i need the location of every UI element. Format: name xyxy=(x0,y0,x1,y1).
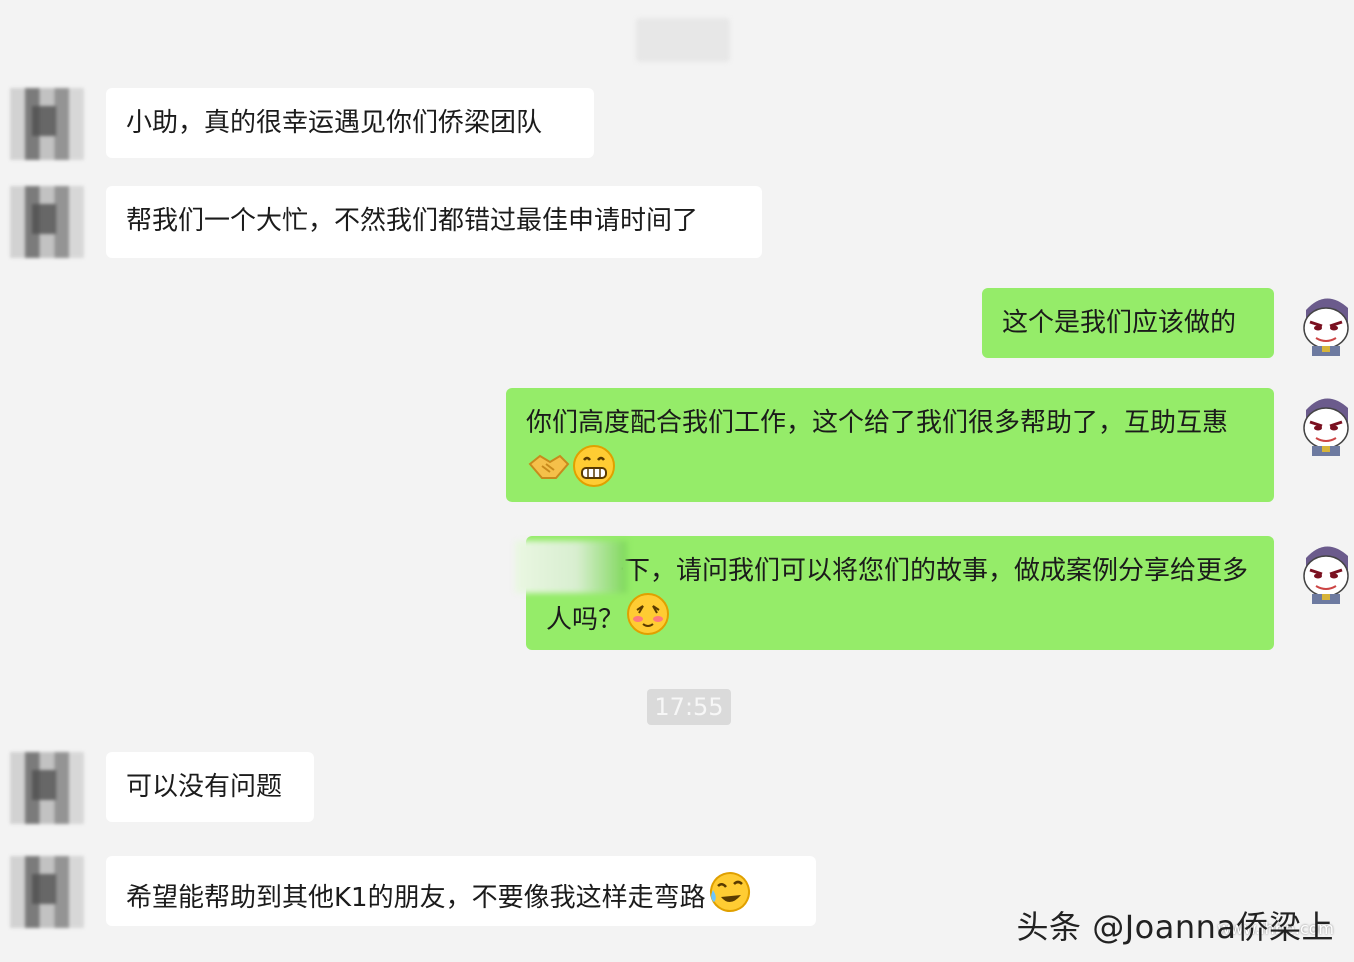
contact-avatar[interactable] xyxy=(10,186,84,258)
user-avatar[interactable] xyxy=(1298,388,1354,456)
ninja-avatar-icon xyxy=(1303,298,1349,356)
timestamp-chip: 17:55 xyxy=(647,689,731,725)
message-text: 小助，真的很幸运遇见你们侨梁团队 xyxy=(126,108,543,138)
user-avatar[interactable] xyxy=(1298,288,1354,356)
message-bubble-outgoing[interactable]: 未问一下，请问我们可以将您们的故事，做成案例分享给更多人吗？ xyxy=(526,536,1274,650)
message-bubble-incoming[interactable]: 可以没有问题 xyxy=(106,752,314,822)
message-bubble-outgoing[interactable]: 你们高度配合我们工作，这个给了我们很多帮助了，互助互惠 xyxy=(506,388,1274,502)
user-avatar[interactable] xyxy=(1298,536,1354,604)
watermark: 头条 @Joanna侨梁上 xyxy=(1016,908,1334,946)
message-bubble-outgoing[interactable]: 这个是我们应该做的 xyxy=(982,288,1274,358)
message-text: 这个是我们应该做的 xyxy=(1002,308,1237,338)
ninja-avatar-icon xyxy=(1303,546,1349,604)
contact-avatar[interactable] xyxy=(10,752,84,824)
redaction-blur xyxy=(515,541,627,593)
handshake-emoji-icon xyxy=(528,450,570,495)
contact-avatar[interactable] xyxy=(10,88,84,160)
message-text: 希望能帮助到其他K1的朋友，不要像我这样走弯路 xyxy=(126,883,706,913)
message-text: 你们高度配合我们工作，这个给了我们很多帮助了，互助互惠 xyxy=(526,408,1229,438)
blush-emoji-icon xyxy=(626,592,670,649)
message-bubble-incoming[interactable]: 小助，真的很幸运遇见你们侨梁团队 xyxy=(106,88,594,158)
ninja-avatar-icon xyxy=(1303,398,1349,456)
tears-of-joy-emoji-icon xyxy=(708,870,752,927)
message-text: 可以没有问题 xyxy=(126,772,283,802)
message-text: 帮我们一个大忙，不然我们都错过最佳申请时间了 xyxy=(126,206,699,236)
blurred-timestamp xyxy=(636,18,730,62)
contact-avatar[interactable] xyxy=(10,856,84,928)
grin-emoji-icon xyxy=(572,444,616,501)
message-bubble-incoming[interactable]: 希望能帮助到其他K1的朋友，不要像我这样走弯路 xyxy=(106,856,816,926)
message-bubble-incoming[interactable]: 帮我们一个大忙，不然我们都错过最佳申请时间了 xyxy=(106,186,762,258)
